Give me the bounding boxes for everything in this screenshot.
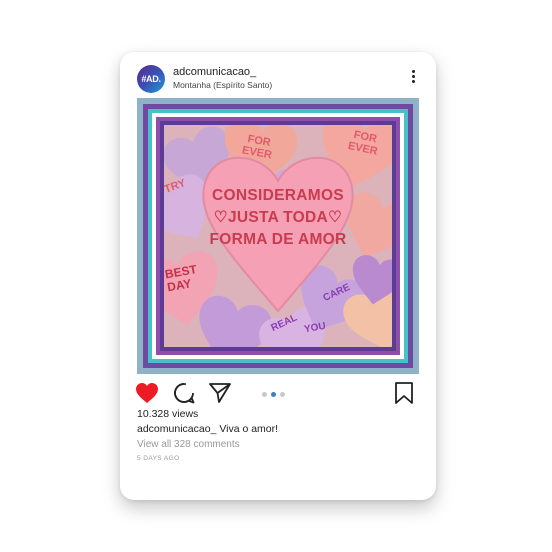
carousel-dot-active — [271, 392, 276, 397]
caption-text: Viva o amor! — [219, 423, 279, 435]
view-comments-link[interactable]: View all 328 comments — [137, 439, 240, 450]
heart-line-1: CONSIDERAMOS — [212, 187, 344, 204]
carousel-dot — [262, 392, 267, 397]
post-card: #AD. adcomunicacao_ Montanha (Espírito S… — [120, 52, 436, 500]
carousel-dot — [280, 392, 285, 397]
post-header: #AD. adcomunicacao_ Montanha (Espírito S… — [120, 52, 436, 98]
more-vertical-icon[interactable] — [410, 70, 416, 86]
view-count: 10.328 views — [137, 408, 199, 420]
post-timestamp: 5 DAYS AGO — [137, 455, 180, 462]
heart-line-2: ♡JUSTA TODA♡ — [213, 209, 343, 226]
post-image[interactable]: FOR EVER FOR EVER TRY BEST DAY CARE REAL… — [137, 98, 419, 374]
heart-line-3: FORMA DE AMOR — [209, 231, 347, 248]
caption-username[interactable]: adcomunicacao_ — [137, 423, 216, 435]
avatar[interactable]: #AD. — [137, 65, 165, 93]
action-bar — [120, 380, 436, 408]
paper-plane-icon[interactable] — [208, 382, 232, 409]
candy-hearts-photo: FOR EVER FOR EVER TRY BEST DAY CARE REAL… — [164, 125, 392, 347]
bookmark-icon[interactable] — [394, 382, 414, 409]
carousel-indicator — [262, 392, 285, 397]
location-link[interactable]: Montanha (Espírito Santo) — [173, 80, 272, 90]
central-heart: CONSIDERAMOS ♡JUSTA TODA♡ FORMA DE AMOR — [192, 147, 364, 317]
heart-message: CONSIDERAMOS ♡JUSTA TODA♡ FORMA DE AMOR — [192, 185, 364, 251]
heart-filled-icon[interactable] — [135, 382, 159, 409]
comment-bubble-icon[interactable] — [173, 382, 195, 409]
username-link[interactable]: adcomunicacao_ — [173, 66, 256, 78]
caption: adcomunicacao_ Viva o amor! — [137, 423, 278, 435]
